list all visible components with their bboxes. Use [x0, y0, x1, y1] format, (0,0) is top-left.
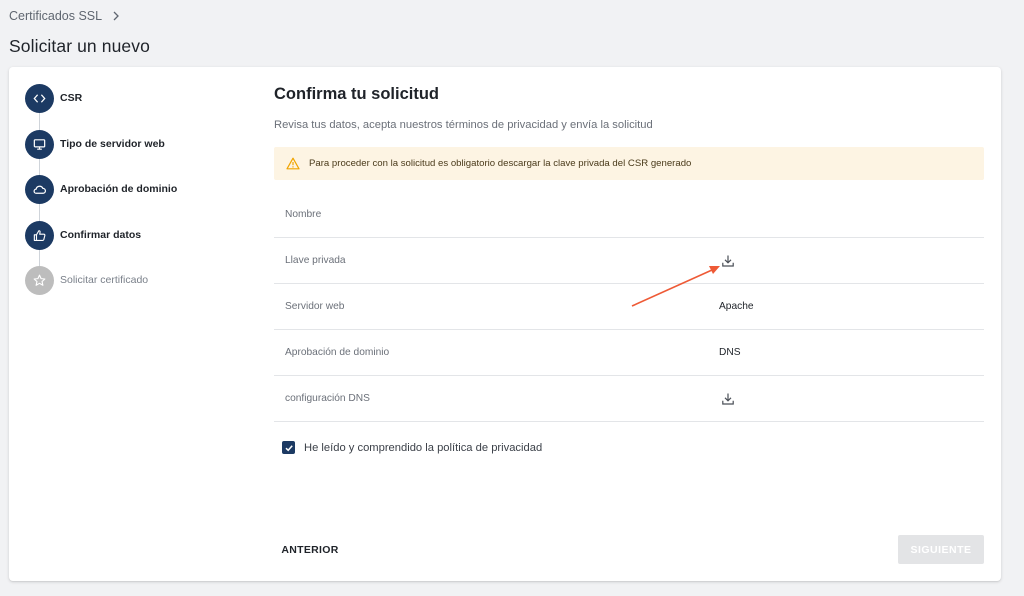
warning-alert: Para proceder con la solicitud es obliga…	[274, 147, 984, 180]
alert-text: Para proceder con la solicitud es obliga…	[309, 158, 692, 169]
request-card: CSR Tipo de servidor web Aprobación de d…	[9, 67, 1001, 581]
download-icon[interactable]	[721, 392, 735, 406]
step-label: CSR	[60, 92, 83, 104]
step-circle	[25, 83, 54, 113]
monitor-icon	[33, 138, 46, 150]
step-circle	[25, 265, 54, 295]
next-button[interactable]: SIGUIENTE	[898, 535, 984, 564]
chevron-right-icon	[113, 11, 120, 21]
section-title: Confirma tu solicitud	[274, 85, 439, 103]
step-label: Tipo de servidor web	[60, 138, 165, 150]
previous-button[interactable]: ANTERIOR	[275, 535, 345, 564]
privacy-checkbox[interactable]	[282, 441, 295, 454]
step-tipo-servidor-web[interactable]: Tipo de servidor web	[25, 129, 245, 159]
row-servidor-web: Servidor web Apache	[274, 284, 984, 330]
download-icon[interactable]	[721, 254, 735, 268]
step-label: Solicitar certificado	[60, 274, 149, 286]
row-nombre: Nombre	[274, 192, 984, 238]
cloud-icon	[33, 185, 47, 194]
row-configuracion-dns: configuración DNS	[274, 376, 984, 422]
row-label: Llave privada	[285, 255, 346, 266]
step-aprobacion-dominio[interactable]: Aprobación de dominio	[25, 174, 245, 204]
step-csr[interactable]: CSR	[25, 83, 245, 113]
step-solicitar-certificado[interactable]: Solicitar certificado	[25, 265, 245, 295]
step-confirmar-datos[interactable]: Confirmar datos	[25, 220, 245, 250]
privacy-checkbox-label: He leído y comprendido la política de pr…	[304, 441, 543, 454]
row-value: DNS	[719, 347, 741, 358]
row-llave-privada: Llave privada	[274, 238, 984, 284]
step-label: Confirmar datos	[60, 229, 142, 241]
step-label: Aprobación de dominio	[60, 183, 178, 195]
row-label: Servidor web	[285, 301, 345, 312]
thumbs-up-icon	[33, 229, 46, 241]
row-aprobacion-dominio: Aprobación de dominio DNS	[274, 330, 984, 376]
section-subtitle: Revisa tus datos, acepta nuestros términ…	[274, 119, 653, 131]
code-icon	[33, 93, 46, 103]
row-value: Apache	[719, 301, 754, 312]
star-icon	[33, 274, 46, 286]
warning-icon	[286, 157, 300, 170]
row-label: Nombre	[285, 209, 322, 220]
breadcrumb-link-certificados[interactable]: Certificados SSL	[9, 9, 102, 23]
step-circle	[25, 129, 54, 159]
step-circle	[25, 220, 54, 250]
step-circle	[25, 174, 54, 204]
row-label: configuración DNS	[285, 393, 370, 404]
checkmark-icon	[284, 444, 293, 451]
summary-table: Nombre Llave privada Servidor web Apache…	[274, 192, 984, 422]
privacy-checkbox-row[interactable]: He leído y comprendido la política de pr…	[282, 441, 542, 454]
breadcrumb: Certificados SSL	[9, 9, 120, 23]
row-label: Aprobación de dominio	[285, 347, 390, 358]
page-title: Solicitar un nuevo	[9, 36, 150, 56]
